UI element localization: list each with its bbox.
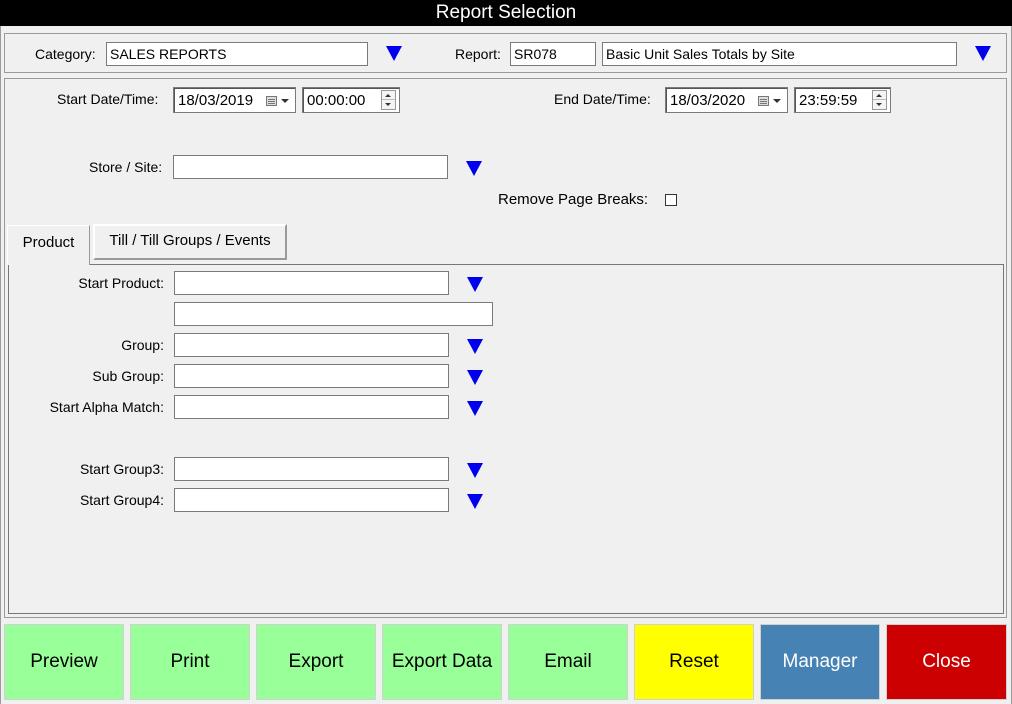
spin-up-icon[interactable] xyxy=(873,91,886,100)
export-button[interactable]: Export xyxy=(256,624,376,700)
end-time-value: 23:59:59 xyxy=(799,92,858,109)
print-button[interactable]: Print xyxy=(130,624,250,700)
start-group4-label: Start Group4: xyxy=(79,492,164,508)
store-site-dropdown-icon[interactable] xyxy=(466,161,482,176)
group-dropdown-icon[interactable] xyxy=(467,339,483,354)
category-field[interactable]: SALES REPORTS xyxy=(106,42,368,66)
category-label: Category: xyxy=(35,46,96,62)
start-time-value: 00:00:00 xyxy=(307,92,366,109)
start-time-spinner[interactable]: 00:00:00 xyxy=(302,87,400,113)
reset-button[interactable]: Reset xyxy=(634,624,754,700)
report-dropdown-icon[interactable] xyxy=(975,46,991,61)
close-button[interactable]: Close xyxy=(886,624,1007,700)
start-datetime-label: Start Date/Time: xyxy=(57,91,159,107)
end-time-spinner[interactable]: 23:59:59 xyxy=(794,87,891,113)
spin-buttons[interactable] xyxy=(381,90,396,110)
tab-till-groups-events[interactable]: Till / Till Groups / Events xyxy=(93,224,287,260)
start-group3-dropdown-icon[interactable] xyxy=(467,463,483,478)
end-date-value: 18/03/2020 xyxy=(670,92,746,109)
preview-button[interactable]: Preview xyxy=(4,624,124,700)
chevron-down-icon[interactable] xyxy=(773,99,781,103)
start-product-field[interactable] xyxy=(174,271,449,295)
product-tab-panel xyxy=(8,264,1004,614)
spin-down-icon[interactable] xyxy=(382,100,395,109)
spin-up-icon[interactable] xyxy=(382,91,395,100)
report-label: Report: xyxy=(455,46,501,62)
start-alpha-match-label: Start Alpha Match: xyxy=(49,399,164,415)
group-label: Group: xyxy=(121,337,164,353)
start-alpha-match-dropdown-icon[interactable] xyxy=(467,401,483,416)
export-data-button[interactable]: Export Data xyxy=(382,624,502,700)
start-alpha-match-field[interactable] xyxy=(174,395,449,419)
start-group4-dropdown-icon[interactable] xyxy=(467,494,483,509)
end-date-picker[interactable]: 18/03/2020 xyxy=(665,87,788,113)
store-site-label: Store / Site: xyxy=(89,159,163,175)
tab-product[interactable]: Product xyxy=(7,225,90,265)
sub-group-dropdown-icon[interactable] xyxy=(467,370,483,385)
manager-button[interactable]: Manager xyxy=(760,624,880,700)
end-datetime-label: End Date/Time: xyxy=(554,91,651,107)
sub-group-field[interactable] xyxy=(174,364,449,388)
calendar-icon[interactable] xyxy=(266,96,277,106)
remove-page-breaks-label: Remove Page Breaks: xyxy=(498,191,649,208)
group-field[interactable] xyxy=(174,333,449,357)
start-group4-field[interactable] xyxy=(174,488,449,512)
report-code-field[interactable]: SR078 xyxy=(510,42,596,66)
window-title: Report Selection xyxy=(0,0,1012,26)
store-site-field[interactable] xyxy=(173,155,448,179)
email-button[interactable]: Email xyxy=(508,624,628,700)
start-product-dropdown-icon[interactable] xyxy=(467,277,483,292)
spin-down-icon[interactable] xyxy=(873,100,886,109)
start-product-description-field[interactable] xyxy=(174,302,493,326)
start-product-label: Start Product: xyxy=(78,275,164,291)
spin-buttons[interactable] xyxy=(872,90,887,110)
sub-group-label: Sub Group: xyxy=(92,368,164,384)
report-name-field[interactable]: Basic Unit Sales Totals by Site xyxy=(602,42,957,66)
calendar-icon[interactable] xyxy=(758,96,769,106)
category-dropdown-icon[interactable] xyxy=(386,46,402,61)
start-group3-field[interactable] xyxy=(174,457,449,481)
chevron-down-icon[interactable] xyxy=(281,99,289,103)
start-group3-label: Start Group3: xyxy=(79,461,164,477)
remove-page-breaks-checkbox[interactable] xyxy=(665,194,677,206)
start-date-value: 18/03/2019 xyxy=(178,92,254,109)
start-date-picker[interactable]: 18/03/2019 xyxy=(173,87,296,113)
